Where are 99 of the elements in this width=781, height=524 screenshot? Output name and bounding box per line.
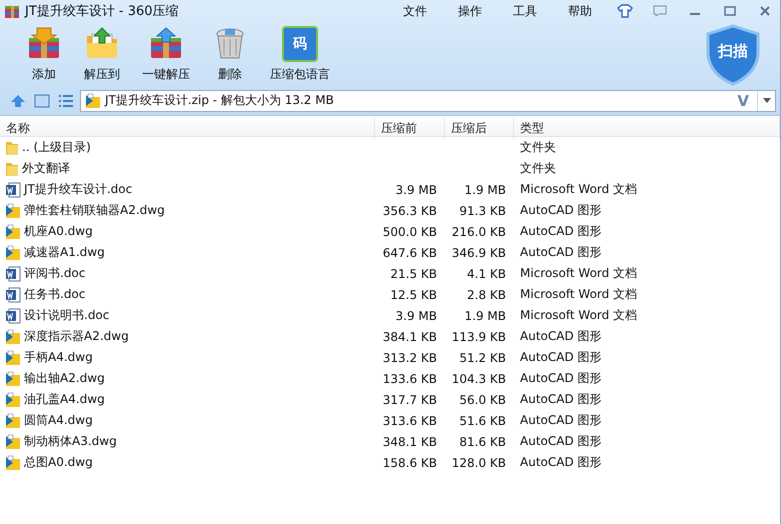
file-type: AutoCAD 图形 bbox=[519, 454, 603, 471]
word-document-icon bbox=[5, 266, 21, 282]
file-name[interactable]: 评阅书.doc bbox=[24, 265, 86, 282]
drawing-file-icon bbox=[5, 370, 21, 386]
original-size: 647.6 KB bbox=[382, 246, 438, 260]
file-type: AutoCAD 图形 bbox=[519, 349, 603, 366]
file-type: 文件夹 bbox=[519, 139, 557, 156]
compressed-size: 81.6 KB bbox=[458, 434, 507, 448]
file-type: Microsoft Word 文档 bbox=[519, 286, 638, 303]
column-header[interactable]: 类型 bbox=[514, 117, 780, 140]
file-type: AutoCAD 图形 bbox=[519, 412, 603, 429]
file-type: AutoCAD 图形 bbox=[519, 370, 603, 387]
drawing-file-icon bbox=[5, 350, 21, 366]
file-name[interactable]: .. (上级目录) bbox=[22, 139, 91, 156]
scan-button[interactable]: 扫描 bbox=[704, 24, 762, 86]
compressed-size: 113.9 KB bbox=[450, 330, 507, 344]
file-name[interactable]: 总图A0.dwg bbox=[24, 454, 93, 471]
original-size: 313.6 KB bbox=[382, 414, 438, 428]
drawing-file-icon bbox=[5, 434, 21, 450]
folder-icon bbox=[5, 140, 19, 156]
menu-item[interactable]: 帮助 bbox=[555, 2, 605, 20]
close-icon[interactable] bbox=[759, 5, 771, 17]
column-header[interactable]: 压缩后 bbox=[445, 117, 514, 140]
original-size: 317.7 KB bbox=[382, 392, 438, 406]
original-size: 348.1 KB bbox=[382, 434, 438, 448]
word-document-icon bbox=[5, 182, 21, 198]
caret-icon[interactable] bbox=[762, 98, 770, 103]
toolbar-button[interactable]: 添加 bbox=[18, 22, 70, 87]
file-name[interactable]: 机座A0.dwg bbox=[24, 223, 93, 240]
drawing-file-icon bbox=[5, 244, 21, 260]
file-name[interactable]: 设计说明书.doc bbox=[24, 307, 110, 324]
drawing-file-icon bbox=[5, 202, 21, 218]
original-size: 313.2 KB bbox=[382, 350, 438, 364]
file-name[interactable]: 外文翻译 bbox=[22, 160, 70, 177]
file-type: Microsoft Word 文档 bbox=[519, 307, 638, 324]
file-type: AutoCAD 图形 bbox=[519, 328, 603, 345]
original-size: 356.3 KB bbox=[382, 204, 438, 218]
folder-icon bbox=[5, 160, 19, 176]
original-size: 12.5 KB bbox=[389, 288, 438, 302]
language-code-icon: 码 bbox=[282, 26, 318, 62]
original-size: 3.9 MB bbox=[394, 308, 438, 322]
menu-item[interactable]: 文件 bbox=[390, 2, 440, 20]
file-name[interactable]: 减速器A1.dwg bbox=[24, 244, 105, 261]
file-name[interactable]: 圆筒A4.dwg bbox=[24, 412, 93, 429]
compressed-size: 51.6 KB bbox=[458, 414, 507, 428]
address-field[interactable]: JT提升绞车设计.zip - 解包大小为 13.2 MB V bbox=[80, 90, 776, 112]
menu-item[interactable]: 工具 bbox=[500, 2, 550, 20]
original-size: 500.0 KB bbox=[382, 224, 438, 238]
compressed-size: 4.1 KB bbox=[466, 266, 507, 280]
column-header[interactable]: 压缩前 bbox=[375, 117, 445, 140]
drawing-file-icon bbox=[5, 224, 21, 240]
file-type: Microsoft Word 文档 bbox=[519, 181, 638, 198]
drawing-file-icon bbox=[5, 392, 21, 408]
app-logo-icon bbox=[4, 3, 20, 19]
drawing-file-icon bbox=[5, 412, 21, 428]
compressed-size: 1.9 MB bbox=[464, 182, 507, 196]
compressed-size: 104.3 KB bbox=[450, 372, 507, 386]
file-name[interactable]: 制动柄体A3.dwg bbox=[24, 433, 117, 450]
file-type: AutoCAD 图形 bbox=[519, 223, 603, 240]
column-header[interactable]: 名称 bbox=[0, 117, 375, 140]
compressed-size: 56.0 KB bbox=[458, 392, 507, 406]
toolbar-button[interactable]: 码 压缩包语言 bbox=[262, 22, 338, 87]
compressed-size: 2.8 KB bbox=[466, 288, 507, 302]
compressed-size: 91.3 KB bbox=[458, 204, 507, 218]
original-size: 133.6 KB bbox=[382, 372, 438, 386]
word-document-icon bbox=[5, 308, 21, 324]
file-type: AutoCAD 图形 bbox=[519, 433, 603, 450]
file-name[interactable]: 深度指示器A2.dwg bbox=[24, 328, 129, 345]
file-type: AutoCAD 图形 bbox=[519, 244, 603, 261]
compressed-size: 128.0 KB bbox=[450, 456, 507, 470]
word-document-icon bbox=[5, 286, 21, 302]
file-name[interactable]: 手柄A4.dwg bbox=[24, 349, 93, 366]
file-name[interactable]: JT提升绞车设计.doc bbox=[24, 181, 132, 198]
toolbar-button[interactable]: 删除 bbox=[204, 22, 256, 87]
file-type: AutoCAD 图形 bbox=[519, 391, 603, 408]
compressed-size: 51.2 KB bbox=[458, 350, 507, 364]
compressed-size: 216.0 KB bbox=[450, 224, 507, 238]
toolbar-button[interactable]: 解压到 bbox=[76, 22, 128, 87]
file-type: 文件夹 bbox=[519, 160, 557, 177]
compressed-size: 1.9 MB bbox=[464, 308, 507, 322]
original-size: 384.1 KB bbox=[382, 330, 438, 344]
window-title: JT提升绞车设计 - 360压缩 bbox=[25, 3, 180, 20]
original-size: 21.5 KB bbox=[389, 266, 438, 280]
file-name[interactable]: 任务书.doc bbox=[24, 286, 86, 303]
toolbar-button[interactable]: 一键解压 bbox=[134, 22, 198, 87]
drawing-file-icon bbox=[5, 328, 21, 344]
original-size: 3.9 MB bbox=[394, 182, 438, 196]
file-name[interactable]: 输出轴A2.dwg bbox=[24, 370, 105, 387]
file-type: Microsoft Word 文档 bbox=[519, 265, 638, 282]
drawing-file-icon bbox=[5, 454, 21, 470]
maximize-icon[interactable] bbox=[724, 6, 736, 16]
compressed-size: 346.9 KB bbox=[450, 246, 507, 260]
file-name[interactable]: 油孔盖A4.dwg bbox=[24, 391, 105, 408]
drawing-file-icon bbox=[85, 92, 101, 108]
file-type: AutoCAD 图形 bbox=[519, 202, 603, 219]
speech-bubble-icon[interactable] bbox=[653, 5, 667, 17]
file-name[interactable]: 弹性套柱销联轴器A2.dwg bbox=[24, 202, 165, 219]
original-size: 158.6 KB bbox=[382, 456, 438, 470]
menu-item[interactable]: 操作 bbox=[445, 2, 495, 20]
